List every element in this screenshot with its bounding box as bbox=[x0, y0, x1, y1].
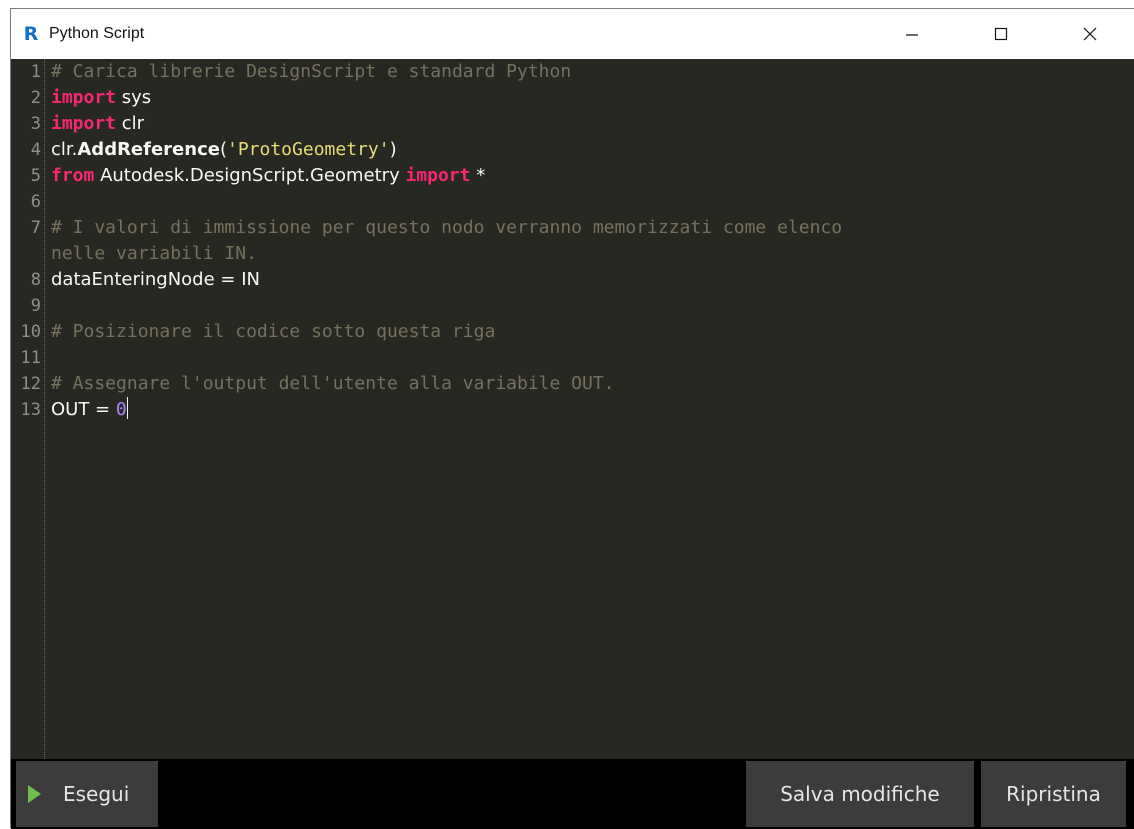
code-token-plain: clr bbox=[116, 113, 145, 134]
code-token-plain: Autodesk.DesignScript.Geometry bbox=[94, 165, 406, 186]
code-line[interactable]: 7 # I valori di immissione per questo nod… bbox=[11, 215, 1131, 241]
maximize-button[interactable] bbox=[956, 9, 1045, 59]
play-icon bbox=[28, 785, 41, 803]
line-number: 3 bbox=[30, 114, 41, 134]
bottom-toolbar: Esegui Salva modifiche Ripristina bbox=[11, 759, 1134, 829]
minimize-icon bbox=[905, 34, 918, 36]
code-token-plain: ( bbox=[219, 139, 227, 160]
window-title: Python Script bbox=[49, 25, 145, 42]
line-number: 11 bbox=[20, 348, 41, 368]
line-number: 6 bbox=[30, 192, 41, 212]
code-line[interactable]: 9 bbox=[11, 293, 1131, 319]
code-line[interactable]: 8 dataEnteringNode = IN bbox=[11, 267, 1131, 293]
line-number: 4 bbox=[30, 140, 41, 160]
save-label: Salva modifiche bbox=[780, 782, 940, 806]
close-icon bbox=[1083, 27, 1096, 41]
line-number: 12 bbox=[20, 374, 41, 394]
code-token-plain: * bbox=[470, 165, 486, 186]
code-text: import sys bbox=[51, 85, 151, 111]
text-cursor bbox=[126, 397, 128, 419]
code-text: clr.AddReference('ProtoGeometry') bbox=[51, 137, 397, 163]
close-button[interactable] bbox=[1045, 9, 1134, 59]
code-line[interactable]: 13 OUT = 0 bbox=[11, 397, 1131, 423]
code-token-comment: nelle variabili IN. bbox=[51, 243, 257, 264]
code-editor[interactable]: 1 # Carica librerie DesignScript e standa… bbox=[11, 59, 1134, 759]
revit-app-icon: R bbox=[21, 23, 41, 45]
code-token-str: 'ProtoGeometry' bbox=[227, 139, 390, 160]
line-number: 7 bbox=[30, 218, 41, 238]
line-number: 10 bbox=[20, 322, 41, 342]
title-bar[interactable]: R Python Script bbox=[11, 9, 1134, 59]
revert-button[interactable]: Ripristina bbox=[981, 761, 1126, 827]
code-line[interactable]: nelle variabili IN. bbox=[11, 241, 1131, 267]
line-number: 5 bbox=[30, 166, 41, 186]
code-token-kw: import bbox=[51, 87, 117, 108]
revert-label: Ripristina bbox=[1006, 782, 1101, 806]
save-changes-button[interactable]: Salva modifiche bbox=[746, 761, 974, 827]
code-token-comment: # Carica librerie DesignScript e standar… bbox=[51, 61, 572, 82]
maximize-icon bbox=[994, 27, 1007, 41]
code-line[interactable]: 11 bbox=[11, 345, 1131, 371]
code-line[interactable]: 6 bbox=[11, 189, 1131, 215]
code-line[interactable]: 1 # Carica librerie DesignScript e standa… bbox=[11, 59, 1131, 85]
code-token-num: 0 bbox=[115, 399, 127, 420]
code-token-plain: clr. bbox=[51, 139, 78, 160]
code-line[interactable]: 5 from Autodesk.DesignScript.Geometry imp… bbox=[11, 163, 1131, 189]
code-text: # Carica librerie DesignScript e standar… bbox=[51, 59, 571, 85]
code-token-bold: AddReference bbox=[77, 139, 220, 160]
line-number: 13 bbox=[20, 400, 41, 420]
code-text: from Autodesk.DesignScript.Geometry impo… bbox=[51, 163, 485, 189]
code-line[interactable]: 4 clr.AddReference('ProtoGeometry') bbox=[11, 137, 1131, 163]
run-button[interactable]: Esegui bbox=[16, 761, 158, 827]
code-token-kw: from bbox=[51, 165, 95, 186]
minimize-button[interactable] bbox=[867, 9, 956, 59]
code-token-comment: # Assegnare l'output dell'utente alla va… bbox=[51, 373, 615, 394]
code-text: # Posizionare il codice sotto questa rig… bbox=[51, 319, 495, 345]
code-token-plain: dataEnteringNode = IN bbox=[51, 269, 260, 290]
window-controls bbox=[867, 9, 1134, 59]
line-number: 1 bbox=[30, 62, 41, 82]
run-label: Esegui bbox=[63, 782, 130, 806]
code-line[interactable]: 3 import clr bbox=[11, 111, 1131, 137]
code-text: dataEnteringNode = IN bbox=[51, 267, 260, 293]
code-token-plain: OUT = bbox=[51, 399, 116, 420]
code-text: # Assegnare l'output dell'utente alla va… bbox=[51, 371, 615, 397]
line-number: 8 bbox=[30, 270, 41, 290]
line-number: 2 bbox=[30, 88, 41, 108]
code-token-kw: import bbox=[51, 113, 117, 134]
code-token-plain: ) bbox=[389, 139, 397, 160]
code-token-plain: sys bbox=[116, 87, 152, 108]
code-text: import clr bbox=[51, 111, 144, 137]
code-token-comment: # I valori di immissione per questo nodo… bbox=[51, 217, 843, 238]
code-text: nelle variabili IN. bbox=[51, 241, 257, 267]
code-token-kw: import bbox=[405, 165, 471, 186]
line-number: 9 bbox=[30, 296, 41, 316]
code-line[interactable]: 10 # Posizionare il codice sotto questa r… bbox=[11, 319, 1131, 345]
code-token-comment: # Posizionare il codice sotto questa rig… bbox=[51, 321, 496, 342]
python-script-window: R Python Script 1 # Carica librerie Desig… bbox=[10, 8, 1134, 829]
code-line[interactable]: 12 # Assegnare l'output dell'utente alla … bbox=[11, 371, 1131, 397]
code-text: # I valori di immissione per questo nodo… bbox=[51, 215, 842, 241]
code-line[interactable]: 2 import sys bbox=[11, 85, 1131, 111]
code-text: OUT = 0 bbox=[51, 397, 128, 423]
